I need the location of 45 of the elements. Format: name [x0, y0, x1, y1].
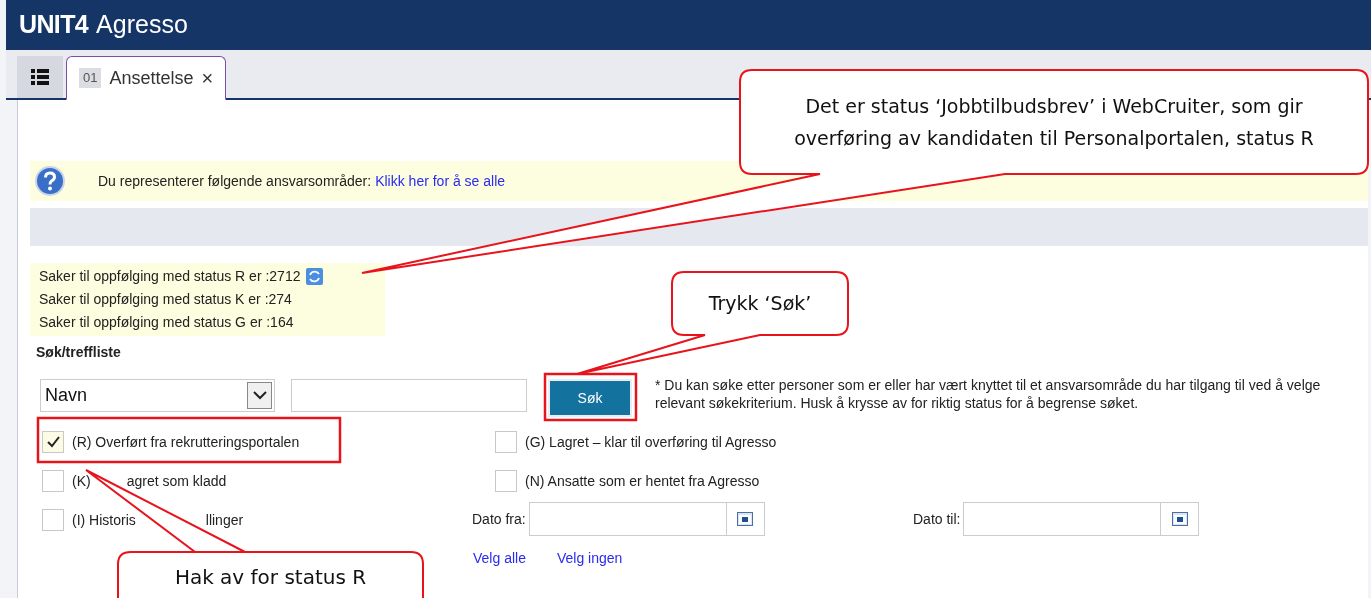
checkbox-label: (R) Overført fra rekrutteringsportalen — [72, 432, 300, 452]
checkbox[interactable] — [495, 470, 517, 492]
logo-text: Agresso — [96, 9, 188, 41]
calendar-icon — [737, 512, 754, 526]
tab-label: Ansettelse — [109, 66, 194, 90]
select-link[interactable]: Velg ingen — [556, 548, 623, 569]
checkbox[interactable] — [42, 431, 64, 453]
date-field[interactable] — [963, 502, 1200, 536]
checkbox[interactable] — [42, 470, 64, 492]
callout-text: Trykk ‘Søk’ — [708, 291, 812, 317]
search-type-dropdown[interactable]: Navn — [40, 379, 275, 412]
callout-text: Hak av for status R — [174, 564, 367, 591]
status-count-text: Saker til oppfølging med status R er :2712 — [39, 267, 301, 286]
checkbox-label: (N) Ansatte som er hentet fra Agresso — [525, 471, 760, 491]
checkbox[interactable] — [42, 509, 64, 531]
status-count-text: Saker til oppfølging med status K er :274 — [39, 290, 292, 309]
checkbox-label: agret som kladd — [126, 471, 227, 491]
checkbox[interactable] — [495, 431, 517, 453]
close-button[interactable]: × — [201, 68, 214, 88]
date-label: Dato fra: — [472, 509, 526, 529]
menu-button[interactable] — [17, 56, 63, 98]
chevron-down-icon — [252, 391, 267, 400]
checkbox-label: (I) Historis — [72, 510, 136, 530]
search-note: * Du kan søke etter personer som er eller har vært knyttet til et ansvarsområde du har tilgang til ved å velge relevant søkekriterium. Husk å krysse av for riktig status for å begrense søket. — [655, 376, 1322, 412]
date-field[interactable] — [528, 502, 765, 536]
callout-text: Det er status ‘Jobbtilbudsbrev’ i WebCruiter, som gir overføring av kandidaten til Personalportalen, status R — [793, 94, 1315, 151]
search-field[interactable] — [291, 379, 527, 412]
list-icon — [31, 69, 49, 85]
checkbox-label: llinger — [205, 510, 244, 530]
status-count-text: Saker til oppfølging med status G er :164 — [39, 313, 294, 332]
select-link[interactable]: Velg alle — [473, 548, 526, 569]
calendar-icon — [1171, 512, 1188, 526]
date-label: Dato til: — [913, 509, 961, 529]
info-text: Du representerer følgende ansvarsområder: — [98, 171, 372, 191]
checkbox-label: (G) Lagret – klar til overføring til Agresso — [525, 432, 777, 452]
section-title: Søk/treffliste — [36, 343, 122, 362]
show-all-link[interactable]: Klikk her for å se alle — [375, 170, 506, 192]
search-button[interactable]: Søk — [548, 379, 632, 417]
logo-text: UNIT4 — [19, 9, 89, 41]
checkbox-label: (K) — [72, 471, 91, 491]
refresh-icon[interactable] — [306, 268, 324, 285]
tab-number: 01 — [79, 68, 102, 88]
help-icon — [35, 166, 65, 196]
tab[interactable]: 01 Ansettelse × — [66, 56, 227, 100]
checkmark-icon — [46, 436, 60, 448]
